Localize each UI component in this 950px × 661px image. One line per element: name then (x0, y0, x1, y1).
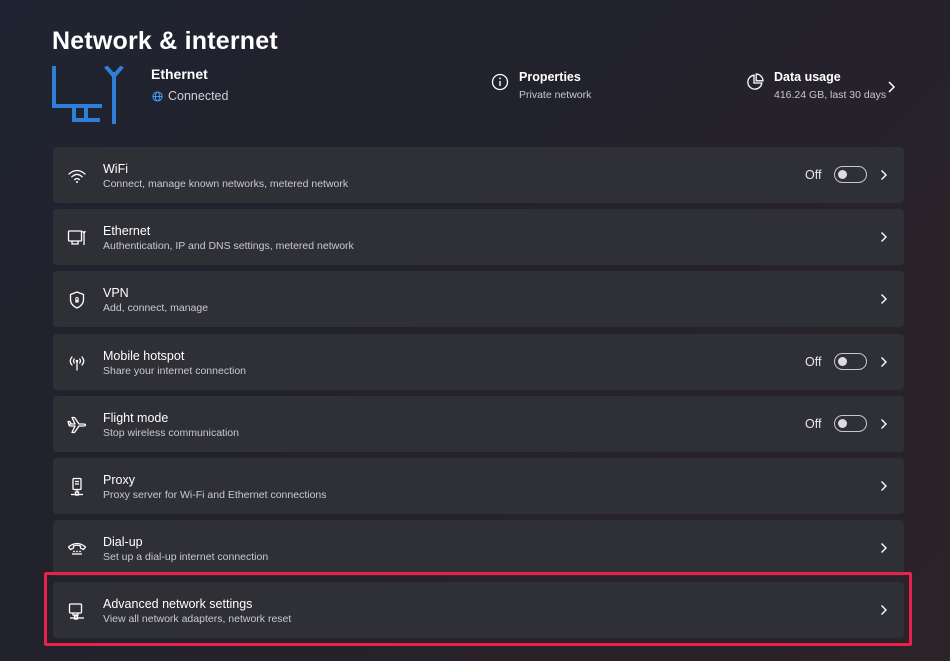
pie-chart-icon (747, 73, 764, 90)
chevron-right-icon (881, 419, 887, 429)
ethernet-large-icon (52, 65, 124, 124)
toggle-state-label: Off (805, 355, 822, 369)
setting-flight-mode[interactable]: Flight mode Stop wireless communication … (53, 396, 904, 452)
setting-dial-up[interactable]: Dial-up Set up a dial-up internet connec… (53, 520, 904, 576)
vpn-shield-icon (67, 290, 87, 310)
setting-subtitle: Share your internet connection (103, 365, 247, 377)
data-usage-subtitle: 416.24 GB, last 30 days (774, 89, 887, 101)
ethernet-icon (67, 228, 87, 248)
setting-title: Mobile hotspot (103, 349, 185, 363)
chevron-right-icon[interactable] (886, 80, 896, 94)
hotspot-icon (67, 353, 87, 373)
toggle-state-label: Off (805, 417, 822, 431)
chevron-right-icon (881, 170, 887, 180)
chevron-right-icon (881, 481, 887, 491)
chevron-right-icon (881, 294, 887, 304)
wifi-icon (67, 166, 87, 186)
properties-link[interactable]: Properties Private network (491, 70, 591, 101)
setting-wifi[interactable]: WiFi Connect, manage known networks, met… (53, 147, 904, 203)
info-icon (491, 73, 509, 91)
setting-proxy[interactable]: Proxy Proxy server for Wi-Fi and Etherne… (53, 458, 904, 514)
setting-title: Ethernet (103, 224, 151, 238)
toggle-knob (838, 169, 847, 179)
setting-title: WiFi (103, 162, 128, 176)
setting-title: Proxy (103, 473, 135, 487)
globe-icon (152, 90, 163, 102)
setting-subtitle: Stop wireless communication (103, 427, 239, 439)
properties-subtitle: Private network (519, 89, 592, 101)
page-title: Network & internet (52, 27, 278, 55)
dialup-icon (67, 539, 87, 559)
mobile-hotspot-toggle[interactable] (834, 353, 867, 370)
setting-title: Flight mode (103, 411, 169, 425)
chevron-right-icon (881, 543, 887, 553)
toggle-knob (838, 418, 847, 428)
data-usage-link[interactable]: Data usage 416.24 GB, last 30 days (746, 70, 886, 101)
setting-subtitle: Set up a dial-up internet connection (103, 551, 269, 563)
setting-subtitle: Authentication, IP and DNS settings, met… (103, 240, 354, 252)
chevron-right-icon (881, 232, 887, 242)
connection-status: Connected (152, 89, 228, 103)
data-usage-title: Data usage (774, 70, 841, 84)
airplane-icon (67, 415, 87, 435)
highlight-annotation (44, 572, 912, 646)
properties-title: Properties (519, 70, 581, 84)
connection-name: Ethernet (151, 66, 208, 82)
chevron-right-icon (881, 357, 887, 367)
setting-title: VPN (103, 286, 129, 300)
setting-ethernet[interactable]: Ethernet Authentication, IP and DNS sett… (53, 209, 904, 265)
toggle-knob (838, 356, 847, 366)
connection-status-text: Connected (168, 89, 229, 103)
setting-subtitle: Connect, manage known networks, metered … (103, 178, 349, 190)
setting-vpn[interactable]: VPN Add, connect, manage (53, 271, 904, 327)
toggle-state-label: Off (805, 168, 822, 182)
setting-title: Dial-up (103, 535, 143, 549)
setting-subtitle: Proxy server for Wi-Fi and Ethernet conn… (103, 489, 327, 501)
setting-subtitle: Add, connect, manage (103, 302, 209, 314)
setting-mobile-hotspot[interactable]: Mobile hotspot Share your internet conne… (53, 334, 904, 390)
flight-mode-toggle[interactable] (834, 415, 867, 432)
wifi-toggle[interactable] (834, 166, 867, 183)
proxy-icon (67, 477, 87, 497)
